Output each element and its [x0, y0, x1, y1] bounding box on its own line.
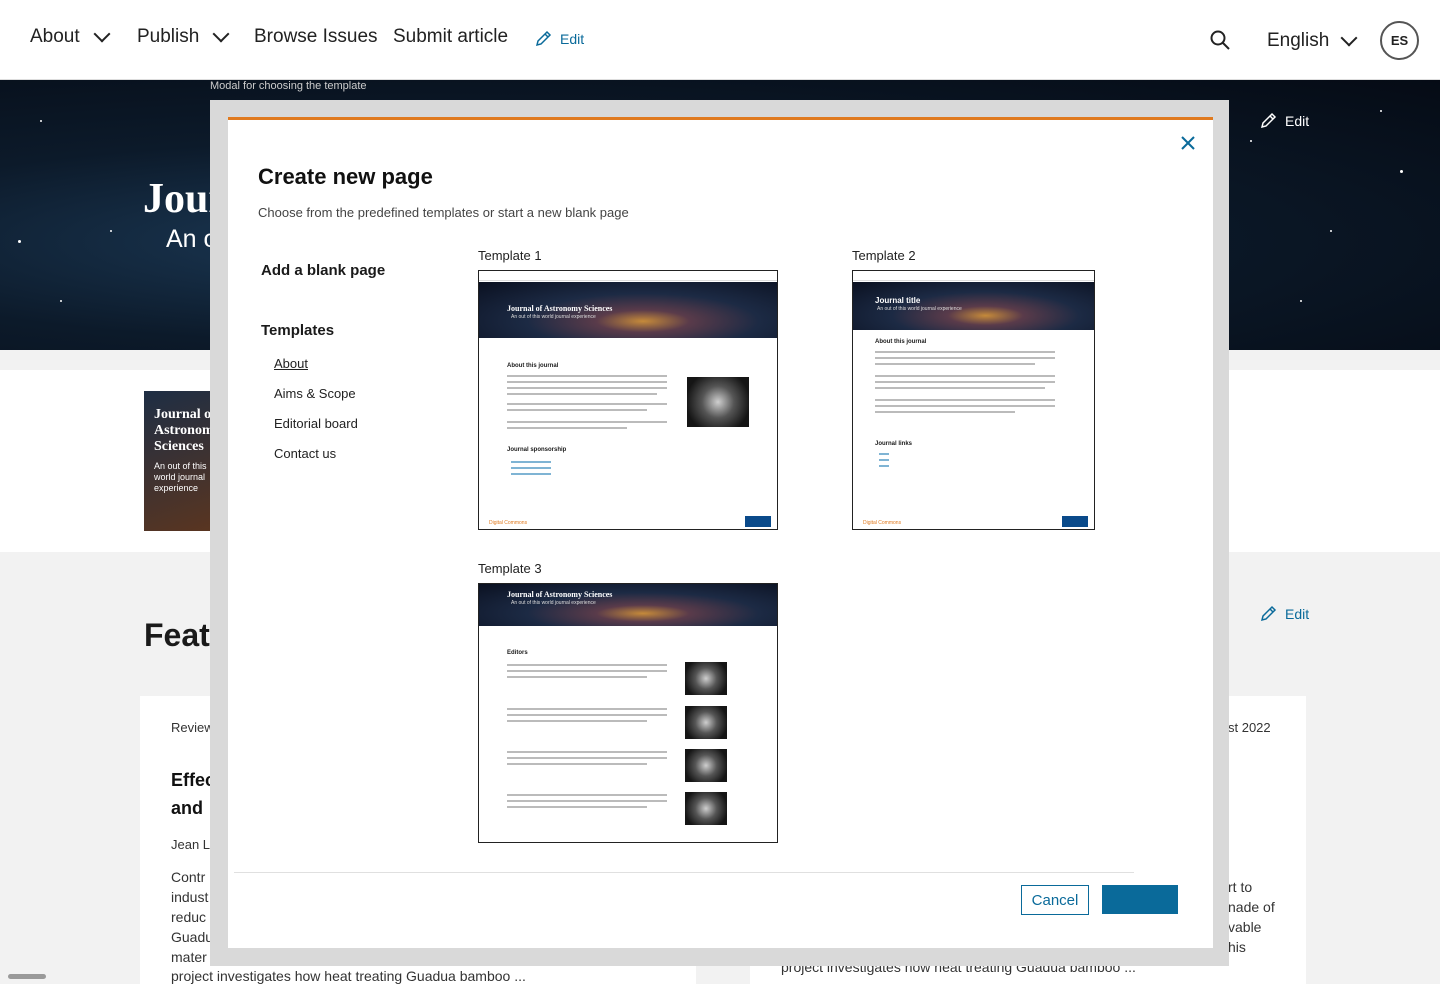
journal-cover: Journal of Astronomy Sciences An out of …	[144, 391, 216, 531]
thumbnail-image	[685, 662, 727, 695]
featured-edit-label: Edit	[1285, 605, 1310, 622]
article-body-line: Guadu	[171, 929, 214, 945]
thumbnail-hero-image: Journal of Astronomy Sciences An out of …	[479, 282, 777, 338]
cover-subtitle: An out of this world journal experience	[154, 461, 207, 493]
chevron-down-icon	[93, 25, 111, 43]
article-body-line: mater	[171, 949, 207, 965]
modal-footer-divider	[234, 872, 1134, 873]
template-2-thumbnail[interactable]: Journal title An out of this world journ…	[852, 270, 1095, 530]
modal-title: Create new page	[258, 164, 433, 189]
template-label: Template 2	[852, 248, 916, 263]
nav-about[interactable]: About	[30, 25, 111, 48]
template-link-editorial-board[interactable]: Editorial board	[274, 416, 358, 431]
hero-edit-button[interactable]: Edit	[1260, 112, 1309, 129]
hero-edit-label: Edit	[1285, 112, 1310, 129]
article-body-line: his	[1228, 939, 1246, 955]
article-body-line: nade of	[1228, 899, 1275, 915]
chevron-down-icon	[1340, 29, 1358, 47]
thumbnail-journal-title: Journal of Astronomy Sciences	[507, 304, 613, 313]
top-navigation: About Publish Browse Issues Submit artic…	[0, 0, 1440, 80]
chevron-down-icon	[212, 25, 230, 43]
pencil-icon	[1260, 605, 1277, 622]
create-page-modal: Create new page Choose from the predefin…	[228, 117, 1213, 948]
thumbnail-section: Journal sponsorship	[507, 447, 567, 453]
article-body-line: Contr	[171, 869, 206, 885]
nav-browse-label: Browse Issues	[254, 26, 378, 47]
nav-publish-label: Publish	[137, 26, 200, 47]
language-label: English	[1267, 30, 1330, 51]
thumbnail-journal-subtitle: An out of this world journal experience	[511, 600, 596, 606]
template-link-aims-scope[interactable]: Aims & Scope	[274, 386, 356, 401]
template-1-thumbnail[interactable]: Journal of Astronomy Sciences An out of …	[478, 270, 778, 530]
modal-caption: Modal for choosing the template	[210, 80, 367, 92]
modal-subtitle: Choose from the predefined templates or …	[258, 205, 629, 220]
thumbnail-journal-title: Journal title	[875, 296, 921, 305]
confirm-button[interactable]	[1102, 885, 1178, 914]
template-link-about[interactable]: About	[274, 356, 308, 371]
article-body-line: rt to	[1228, 879, 1253, 895]
thumbnail-image	[685, 792, 727, 825]
nav-submit-label: Submit article	[393, 26, 509, 47]
language-selector[interactable]: English	[1267, 29, 1358, 52]
nav-edit-label: Edit	[560, 30, 585, 47]
featured-heading: Feat	[144, 617, 210, 653]
cancel-button[interactable]: Cancel	[1021, 885, 1089, 915]
thumbnail-journal-subtitle: An out of this world journal experience	[511, 314, 596, 320]
pencil-icon	[535, 30, 552, 47]
nav-browse-issues[interactable]: Browse Issues	[254, 26, 378, 48]
thumbnail-journal-title: Journal of Astronomy Sciences	[507, 590, 613, 599]
article-date: st 2022	[1228, 720, 1271, 735]
thumbnail-section: Editors	[507, 650, 528, 656]
thumbnail-section: About this journal	[507, 363, 559, 369]
article-body-line: indust	[171, 889, 209, 905]
article-body-line: reduc	[171, 909, 207, 925]
nav-publish[interactable]: Publish	[137, 25, 230, 48]
article-body-line: project investigates how heat treating G…	[171, 968, 526, 984]
templates-heading: Templates	[261, 322, 335, 339]
thumbnail-image	[685, 706, 727, 739]
nav-submit-article[interactable]: Submit article	[393, 26, 508, 48]
search-icon[interactable]	[1210, 30, 1230, 50]
nav-edit-button[interactable]: Edit	[535, 30, 584, 47]
thumbnail-hero-image: Journal of Astronomy Sciences An out of …	[479, 584, 777, 626]
scrollbar[interactable]	[8, 974, 46, 979]
close-icon[interactable]	[1179, 134, 1197, 152]
nav-about-label: About	[30, 26, 80, 47]
featured-edit-button[interactable]: Edit	[1260, 605, 1309, 622]
user-avatar[interactable]: ES	[1380, 21, 1419, 60]
thumbnail-hero-image: Journal title An out of this world journ…	[853, 282, 1094, 330]
article-body-line: vable	[1228, 919, 1262, 935]
template-3-thumbnail[interactable]: Journal of Astronomy Sciences An out of …	[478, 583, 778, 843]
thumbnail-journal-subtitle: An out of this world journal experience	[877, 306, 962, 312]
template-link-contact-us[interactable]: Contact us	[274, 446, 336, 461]
thumbnail-image	[685, 749, 727, 782]
thumbnail-section: About this journal	[875, 339, 927, 345]
article-type: Review	[171, 720, 214, 735]
thumbnail-image	[687, 377, 749, 427]
thumbnail-section: Journal links	[875, 441, 913, 447]
cover-title: Journal of Astronomy Sciences	[154, 407, 216, 454]
pencil-icon	[1260, 112, 1277, 129]
template-label: Template 1	[478, 248, 542, 263]
template-label: Template 3	[478, 561, 542, 576]
add-blank-page-link[interactable]: Add a blank page	[261, 262, 385, 279]
article-title-line[interactable]: and	[171, 798, 203, 819]
article-title-line[interactable]: Effec	[171, 770, 215, 791]
